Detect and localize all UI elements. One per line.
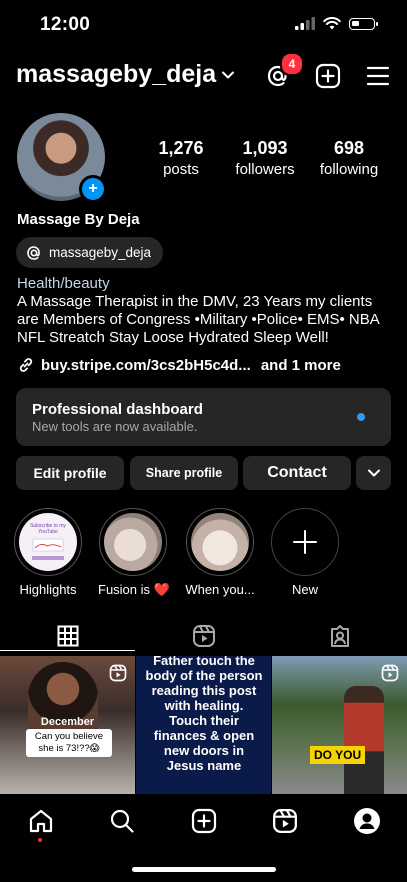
wifi-icon xyxy=(323,17,341,30)
plus-icon xyxy=(293,530,317,554)
new-indicator-dot xyxy=(357,413,365,421)
home-indicator xyxy=(132,867,276,872)
notification-badge: 4 xyxy=(280,52,304,76)
home-icon xyxy=(29,809,53,833)
dashboard-subtitle: New tools are now available. xyxy=(32,419,198,434)
highlight-label: Highlights xyxy=(19,582,77,597)
tab-tagged[interactable] xyxy=(272,622,407,650)
grid-icon xyxy=(57,625,78,647)
share-profile-button[interactable]: Share profile xyxy=(130,456,238,490)
search-icon xyxy=(110,809,134,833)
plus-square-icon xyxy=(315,63,341,89)
highlight-item[interactable]: Fusion is ❤️ xyxy=(98,508,170,598)
post-text: Father touch the body of the person read… xyxy=(145,656,263,773)
reels-icon xyxy=(192,625,215,647)
stat-posts[interactable]: 1,276 posts xyxy=(150,138,212,178)
profile-links[interactable]: buy.stripe.com/3cs2bH5c4d... and 1 more xyxy=(17,356,341,374)
stat-value: 1,276 xyxy=(158,138,204,158)
threads-icon xyxy=(27,245,40,260)
username: massageby_deja xyxy=(16,60,217,88)
highlight-cover xyxy=(104,513,162,571)
new-highlight-button[interactable]: New xyxy=(270,508,340,597)
more-links[interactable]: and 1 more xyxy=(261,357,341,374)
username-switcher[interactable]: massageby_deja xyxy=(16,60,235,89)
grid-post[interactable]: DO YOU xyxy=(272,656,407,794)
create-icon xyxy=(191,808,217,834)
reels-icon xyxy=(273,809,297,833)
profile-bio: A Massage Therapist in the DMV, 23 Years… xyxy=(17,293,379,346)
tab-posts-grid[interactable] xyxy=(0,622,135,650)
active-tab-indicator xyxy=(0,650,135,651)
status-time: 12:00 xyxy=(40,14,91,35)
post-thumbnail xyxy=(344,686,384,794)
stat-label: followers xyxy=(235,161,295,178)
chevron-down-icon xyxy=(222,71,235,78)
create-button[interactable] xyxy=(314,62,342,90)
nav-profile[interactable] xyxy=(352,806,382,836)
threads-handle: massageby_deja xyxy=(49,245,152,260)
highlight-item[interactable]: When you... xyxy=(185,508,255,597)
highlight-label: Fusion is ❤️ xyxy=(98,582,170,597)
display-name: Massage By Deja xyxy=(17,211,140,228)
status-indicators xyxy=(295,17,378,30)
dashboard-title: Professional dashboard xyxy=(32,401,203,418)
signal-icon xyxy=(295,17,315,30)
professional-dashboard[interactable]: Professional dashboard New tools are now… xyxy=(16,388,391,446)
nav-reels[interactable] xyxy=(270,806,300,836)
highlight-cover-graphic xyxy=(32,538,64,560)
highlight-item[interactable]: Subscribe to my YouTube Highlights xyxy=(13,508,83,597)
activity-dot xyxy=(38,838,42,842)
highlight-cover xyxy=(191,513,249,571)
nav-create[interactable] xyxy=(189,806,219,836)
post-overlay-title: December xyxy=(40,716,95,728)
threads-button[interactable]: 4 xyxy=(264,52,304,90)
tab-reels[interactable] xyxy=(136,622,271,650)
grid-post[interactable]: Father touch the body of the person read… xyxy=(136,656,271,794)
post-caption: DO YOU xyxy=(310,746,366,764)
nav-search[interactable] xyxy=(107,806,137,836)
menu-button[interactable] xyxy=(364,62,392,90)
contact-button[interactable]: Contact xyxy=(243,456,351,490)
link-icon xyxy=(19,358,33,372)
stat-value: 698 xyxy=(333,138,365,158)
chevron-down-icon xyxy=(367,469,380,477)
highlight-cover: Subscribe to my YouTube xyxy=(19,513,77,571)
reels-icon xyxy=(381,664,399,682)
highlight-label: New xyxy=(291,582,318,597)
stat-value: 1,093 xyxy=(242,138,288,158)
stat-label: following xyxy=(319,161,379,178)
battery-icon xyxy=(349,17,378,30)
profile-category: Health/beauty xyxy=(17,275,110,292)
stat-label: posts xyxy=(163,161,199,178)
reels-icon xyxy=(109,664,127,682)
suggested-people-button[interactable] xyxy=(356,456,391,490)
profile-avatar[interactable]: + xyxy=(17,113,107,203)
profile-link[interactable]: buy.stripe.com/3cs2bH5c4d... xyxy=(41,357,251,374)
post-caption: Can you believe she is 73!??😱 xyxy=(26,729,112,757)
profile-icon xyxy=(354,808,380,834)
threads-profile-link[interactable]: massageby_deja xyxy=(16,237,164,268)
edit-profile-button[interactable]: Edit profile xyxy=(16,456,124,490)
tagged-icon xyxy=(330,625,349,647)
stat-followers[interactable]: 1,093 followers xyxy=(228,138,302,178)
stat-following[interactable]: 698 following xyxy=(314,138,384,178)
highlight-label: When you... xyxy=(185,582,255,597)
grid-post[interactable]: December Can you believe she is 73!??😱 xyxy=(0,656,135,794)
add-story-icon[interactable]: + xyxy=(79,175,107,203)
nav-home[interactable] xyxy=(26,806,56,836)
hamburger-icon xyxy=(366,66,390,86)
